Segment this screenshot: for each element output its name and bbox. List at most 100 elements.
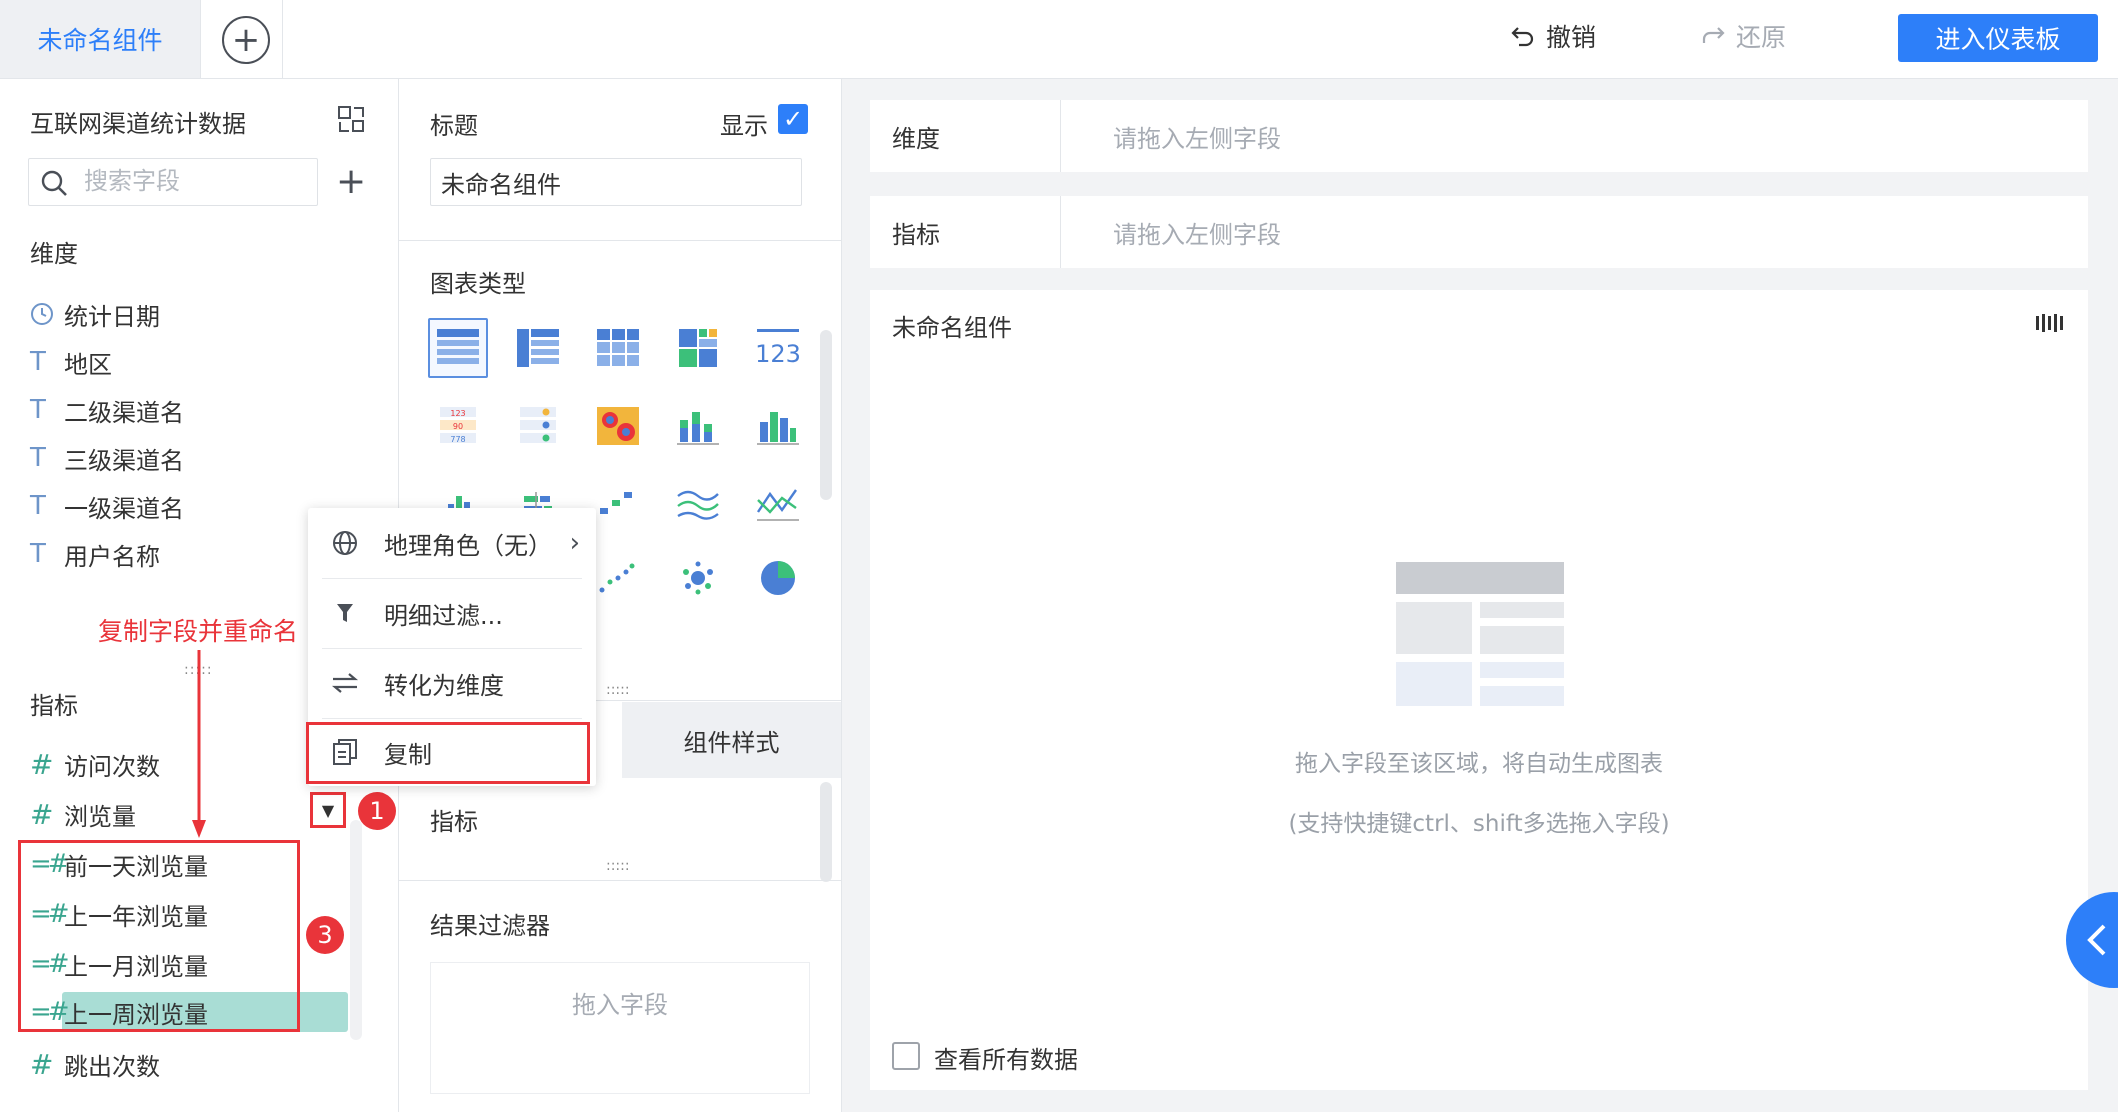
field-label: 浏览量 bbox=[64, 802, 136, 831]
view-all-data-label: 查看所有数据 bbox=[934, 1046, 1078, 1074]
measure-dropzone[interactable]: 指标 请拖入左侧字段 bbox=[870, 196, 2088, 268]
field-item[interactable]: T 一级渠道名 bbox=[30, 486, 184, 526]
scrollbar[interactable] bbox=[350, 820, 362, 1040]
colored-table-icon: 123 90 778 bbox=[440, 407, 476, 444]
result-filter-dropzone[interactable]: 拖入字段 bbox=[430, 962, 810, 1094]
field-item[interactable]: # 浏览量 bbox=[30, 794, 136, 834]
field-item[interactable]: 统计日期 bbox=[30, 294, 160, 334]
field-item[interactable]: T 三级渠道名 bbox=[30, 438, 184, 478]
tab-untitled-widget[interactable]: 未命名组件 bbox=[0, 0, 201, 78]
menu-item-geo-role[interactable]: 地理角色（无） › bbox=[308, 508, 596, 578]
divider bbox=[322, 718, 582, 719]
add-tab-button[interactable]: + bbox=[222, 16, 270, 64]
treemap-icon bbox=[679, 329, 717, 367]
annotation-box bbox=[306, 722, 590, 784]
menu-item-detail-filter[interactable]: 明细过滤... bbox=[308, 578, 596, 648]
bar-chart-icon bbox=[757, 412, 799, 445]
pie-chart-icon bbox=[761, 561, 795, 595]
plus-icon: + bbox=[336, 161, 367, 202]
svg-text:123: 123 bbox=[756, 340, 800, 368]
widget-settings-icon[interactable] bbox=[2034, 312, 2064, 334]
divider bbox=[282, 0, 283, 78]
clock-icon bbox=[30, 302, 64, 326]
dropzone-hint: 请拖入左侧字段 bbox=[1113, 220, 1281, 249]
resize-handle[interactable]: ::::: bbox=[606, 682, 630, 698]
chart-type-kpi[interactable]: 123 bbox=[748, 318, 808, 378]
measure-dropzone-label: 指标 bbox=[892, 220, 940, 249]
text-type-icon: T bbox=[30, 491, 46, 521]
undo-button[interactable]: 撤销 bbox=[1510, 18, 1596, 54]
show-title-checkbox[interactable]: ✓ bbox=[778, 104, 808, 134]
chart-type-indicator-table[interactable] bbox=[508, 396, 568, 456]
dataset-title: 互联网渠道统计数据 bbox=[30, 110, 246, 138]
menu-item-label: 转化为维度 bbox=[384, 671, 504, 700]
field-label: 二级渠道名 bbox=[64, 398, 184, 427]
search-input[interactable] bbox=[84, 160, 304, 202]
dimension-dropzone-label: 维度 bbox=[892, 124, 940, 153]
field-label: 统计日期 bbox=[64, 302, 160, 331]
field-label: 三级渠道名 bbox=[64, 446, 184, 475]
field-label: 一级渠道名 bbox=[64, 494, 184, 523]
field-label: 用户名称 bbox=[64, 542, 160, 571]
title-input[interactable] bbox=[430, 158, 802, 206]
field-label: 访问次数 bbox=[64, 752, 160, 781]
svg-text:778: 778 bbox=[450, 435, 465, 444]
table-icon bbox=[437, 329, 479, 364]
scrollbar[interactable] bbox=[820, 330, 832, 500]
line-chart-icon bbox=[757, 489, 799, 521]
step-chart-icon bbox=[600, 492, 632, 514]
cross-table-icon bbox=[597, 329, 639, 366]
globe-icon bbox=[328, 529, 362, 557]
dropzone-hint: 拖入字段 bbox=[572, 991, 668, 1019]
add-field-button[interactable]: + bbox=[336, 164, 366, 200]
title-label: 标题 bbox=[430, 112, 478, 140]
field-item[interactable]: # 访问次数 bbox=[30, 744, 160, 784]
measure-header: 指标 bbox=[30, 692, 78, 720]
chart-type-table[interactable] bbox=[428, 318, 488, 378]
view-all-data-checkbox[interactable] bbox=[892, 1042, 920, 1070]
filter-icon bbox=[328, 602, 362, 624]
step-badge: 3 bbox=[306, 916, 344, 954]
chart-type-scatter[interactable] bbox=[588, 548, 648, 608]
kpi-number-icon: 123 bbox=[756, 329, 800, 368]
menu-item-label: 明细过滤... bbox=[384, 601, 503, 630]
redo-button[interactable]: 还原 bbox=[1700, 18, 1786, 54]
chart-type-treemap[interactable] bbox=[668, 318, 728, 378]
field-item[interactable]: # 跳出次数 bbox=[30, 1044, 160, 1084]
redo-label: 还原 bbox=[1736, 23, 1787, 52]
chart-type-heatmap[interactable] bbox=[588, 396, 648, 456]
chart-type-step[interactable] bbox=[588, 472, 648, 532]
enter-dashboard-button[interactable]: 进入仪表板 bbox=[1898, 14, 2098, 62]
resize-handle[interactable]: ::::: bbox=[606, 858, 630, 874]
swap-icon bbox=[328, 671, 362, 695]
tab-component-style[interactable]: 组件样式 bbox=[622, 702, 841, 778]
dropzone-hint: 请拖入左侧字段 bbox=[1113, 124, 1281, 153]
svg-text:123: 123 bbox=[450, 409, 465, 418]
empty-chart-placeholder-icon bbox=[1396, 562, 1564, 706]
chart-type-grouped-table[interactable] bbox=[508, 318, 568, 378]
measure-section-label: 指标 bbox=[430, 808, 478, 836]
chart-type-line[interactable] bbox=[748, 472, 808, 532]
annotation-label: 复制字段并重命名 bbox=[98, 617, 299, 646]
divider bbox=[399, 240, 841, 241]
chart-type-stacked-bar[interactable] bbox=[668, 396, 728, 456]
chart-type-bar[interactable] bbox=[748, 396, 808, 456]
field-item[interactable]: T 二级渠道名 bbox=[30, 390, 184, 430]
annotation-box bbox=[18, 840, 300, 1032]
field-item[interactable]: T 地区 bbox=[30, 342, 112, 382]
switch-dataset-icon[interactable] bbox=[336, 104, 366, 134]
scrollbar[interactable] bbox=[820, 782, 832, 882]
chart-type-bubble[interactable] bbox=[668, 548, 728, 608]
chart-type-area[interactable] bbox=[668, 472, 728, 532]
chart-type-colored-table[interactable]: 123 90 778 bbox=[428, 396, 488, 456]
menu-item-convert-dimension[interactable]: 转化为维度 bbox=[308, 648, 596, 718]
field-dropdown-button[interactable]: ▼ bbox=[310, 792, 346, 828]
dimension-dropzone[interactable]: 维度 请拖入左侧字段 bbox=[870, 100, 2088, 172]
chart-type-cross-table[interactable] bbox=[588, 318, 648, 378]
field-item[interactable]: T 用户名称 bbox=[30, 534, 160, 574]
check-icon: ✓ bbox=[782, 105, 804, 133]
field-label: 跳出次数 bbox=[64, 1052, 160, 1081]
chart-type-label: 图表类型 bbox=[430, 270, 526, 298]
number-type-icon: # bbox=[30, 1047, 54, 1081]
chart-type-pie[interactable] bbox=[748, 548, 808, 608]
